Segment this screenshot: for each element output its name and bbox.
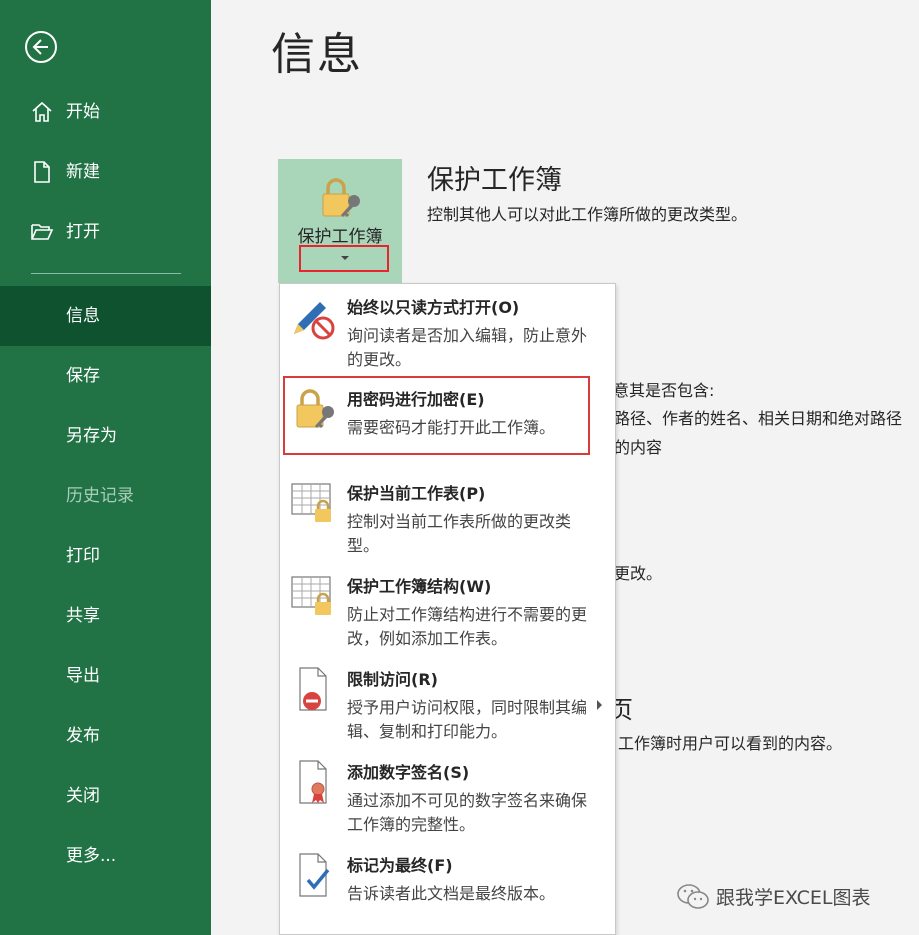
sidebar-item-label: 更多...	[66, 846, 117, 866]
menu-item-desc: 告诉读者此文档是最终版本。	[347, 884, 556, 903]
menu-item-protect-current-sheet[interactable]: 保护当前工作表(P) 控制对当前工作表所做的更改类型。	[280, 470, 615, 563]
menu-item-desc: 控制对当前工作表所做的更改类型。	[347, 512, 572, 555]
sidebar-item-label: 关闭	[66, 786, 100, 806]
open-folder-icon	[31, 224, 54, 240]
menu-item-title: 限制访问(R)	[347, 670, 438, 689]
sidebar-item-history: 历史记录	[0, 466, 211, 526]
sidebar-item-publish[interactable]: 发布	[0, 706, 211, 766]
sidebar-item-label: 开始	[66, 102, 100, 122]
protect-workbook-menu: 始终以只读方式打开(O) 询问读者是否加入编辑，防止意外的更改。 用密码进行加密…	[279, 283, 616, 935]
workbook-lock-icon	[291, 576, 331, 615]
protect-tile-label: 保护工作簿	[297, 227, 383, 247]
menu-item-title: 保护工作簿结构(W)	[347, 577, 492, 596]
sidebar-item-new[interactable]: 新建	[0, 142, 211, 202]
sheet-lock-icon	[291, 483, 331, 522]
sidebar-item-label: 另存为	[66, 426, 117, 446]
protect-section-title: 保护工作簿	[427, 165, 562, 196]
sidebar-item-save[interactable]: 保存	[0, 346, 211, 406]
sidebar-item-label: 导出	[66, 666, 100, 686]
sidebar-item-home[interactable]: 开始	[0, 82, 211, 142]
sidebar-item-save-as[interactable]: 另存为	[0, 406, 211, 466]
menu-item-title: 保护当前工作表(P)	[347, 484, 486, 503]
menu-item-mark-as-final[interactable]: 标记为最终(F) 告诉读者此文档是最终版本。	[280, 842, 615, 922]
menu-item-title: 添加数字签名(S)	[347, 763, 470, 782]
chevron-right-icon	[597, 700, 602, 710]
mark-final-icon	[299, 853, 330, 897]
lock-key-icon	[322, 178, 360, 217]
restrict-access-icon	[299, 667, 327, 711]
watermark-text: 跟我学EXCEL图表	[716, 887, 871, 909]
inspect-text-fragment: 的内容	[614, 438, 663, 457]
menu-item-protect-workbook-structure[interactable]: 保护工作簿结构(W) 防止对工作簿结构进行不需要的更改，例如添加工作表。	[280, 563, 615, 656]
sidebar-item-label: 历史记录	[66, 486, 134, 506]
sidebar-divider	[31, 273, 181, 274]
menu-item-title: 标记为最终(F)	[347, 856, 453, 875]
highlight-box	[283, 376, 590, 455]
menu-item-desc: 询问读者是否加入编辑，防止意外的更改。	[347, 326, 588, 369]
backstage-sidebar: 开始 新建 打开 信息 保存 另存为 历史记录 打印 共享 导出 发布 关闭 更…	[0, 0, 211, 935]
sidebar-item-label: 新建	[66, 162, 100, 182]
browser-view-text-fragment: 工作簿时用户可以看到的内容。	[618, 734, 843, 753]
digital-signature-icon	[299, 760, 327, 804]
inspect-text-fragment: 路径、作者的姓名、相关日期和绝对路径	[614, 409, 903, 428]
sidebar-item-label: 打开	[66, 222, 100, 242]
sidebar-item-share[interactable]: 共享	[0, 586, 211, 646]
sidebar-item-label: 共享	[66, 606, 100, 626]
sidebar-item-label: 信息	[66, 306, 100, 326]
menu-item-add-digital-signature[interactable]: 添加数字签名(S) 通过添加不可见的数字签名来确保工作簿的完整性。	[280, 749, 615, 842]
chevron-down-icon	[341, 256, 349, 260]
menu-item-desc: 通过添加不可见的数字签名来确保工作簿的完整性。	[347, 791, 588, 834]
protect-section-desc: 控制其他人可以对此工作簿所做的更改类型。	[427, 205, 748, 224]
wechat-icon	[677, 884, 709, 909]
back-arrow-icon[interactable]	[25, 31, 57, 63]
sidebar-item-more[interactable]: 更多...	[0, 826, 211, 886]
menu-item-desc: 授予用户访问权限，同时限制其编辑、复制和打印能力。	[347, 698, 588, 741]
sidebar-item-label: 保存	[66, 366, 100, 386]
menu-item-desc: 防止对工作簿结构进行不需要的更改，例如添加工作表。	[347, 605, 588, 648]
menu-item-always-open-read-only[interactable]: 始终以只读方式打开(O) 询问读者是否加入编辑，防止意外的更改。	[280, 284, 615, 376]
protect-dropdown-toggle[interactable]	[299, 245, 389, 272]
sidebar-item-label: 打印	[66, 546, 100, 566]
menu-item-title: 始终以只读方式打开(O)	[347, 298, 520, 317]
versions-text-fragment: 更改。	[614, 564, 663, 583]
page-title: 信息	[271, 29, 363, 80]
home-icon	[32, 101, 52, 122]
sidebar-item-print[interactable]: 打印	[0, 526, 211, 586]
sidebar-item-info[interactable]: 信息	[0, 286, 211, 346]
sidebar-item-label: 发布	[66, 726, 100, 746]
sidebar-item-open[interactable]: 打开	[0, 202, 211, 262]
menu-item-restrict-access[interactable]: 限制访问(R) 授予用户访问权限，同时限制其编辑、复制和打印能力。	[280, 656, 615, 749]
new-document-icon	[34, 161, 50, 183]
pencil-no-entry-icon	[294, 302, 335, 340]
sidebar-item-close[interactable]: 关闭	[0, 766, 211, 826]
sidebar-item-export[interactable]: 导出	[0, 646, 211, 706]
